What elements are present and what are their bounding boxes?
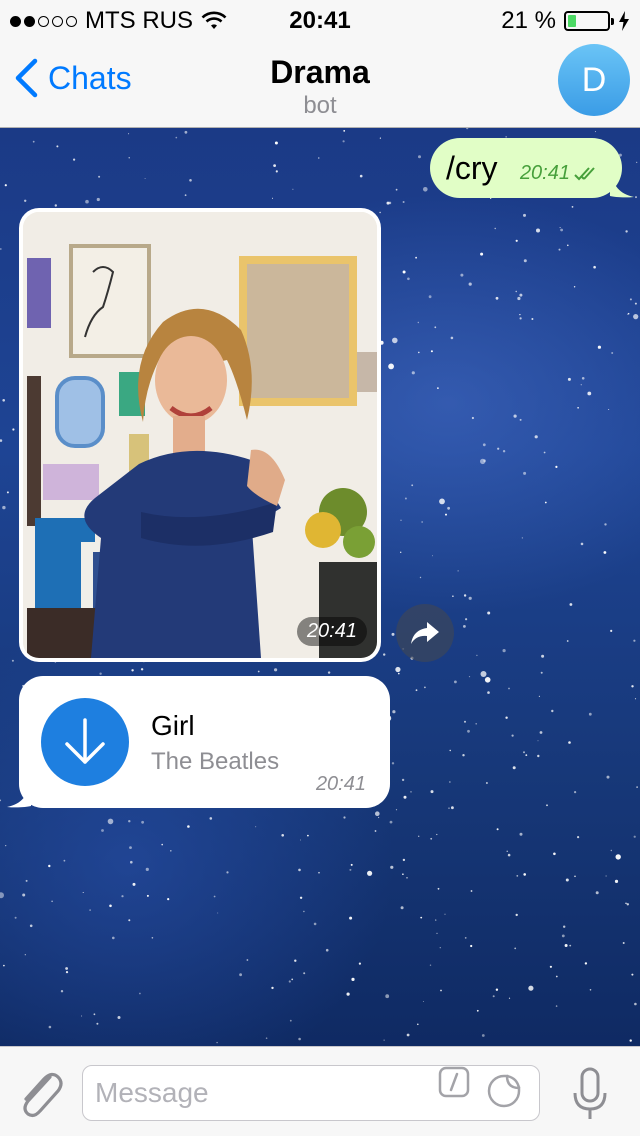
- photo[interactable]: 20:41: [23, 212, 377, 658]
- sticker-icon[interactable]: [487, 1074, 521, 1108]
- message-text: /cry: [446, 149, 498, 186]
- status-bar: MTS RUS 20:41 21 %: [0, 0, 640, 40]
- double-check-icon: [574, 166, 595, 180]
- download-arrow-icon: [65, 718, 105, 764]
- message-input[interactable]: [82, 1065, 540, 1121]
- battery-level: [568, 15, 576, 27]
- photo-time: 20:41: [296, 617, 367, 646]
- forward-button[interactable]: [396, 604, 454, 662]
- bot-commands-icon[interactable]: [438, 1066, 470, 1098]
- download-button[interactable]: [41, 698, 129, 786]
- audio-title: Girl: [151, 710, 195, 741]
- chat-screen: MTS RUS 20:41 21 % Chats Drama bot D /cr…: [0, 0, 640, 1136]
- microphone-icon[interactable]: [572, 1067, 608, 1121]
- battery-percent: 21 %: [501, 7, 556, 34]
- chat-subtitle: bot: [303, 92, 337, 119]
- avatar[interactable]: D: [558, 44, 630, 116]
- bubble-tail: [7, 778, 31, 808]
- input-bar: [0, 1046, 640, 1136]
- bubble-tail: [610, 168, 634, 198]
- chat-title[interactable]: Drama: [0, 54, 640, 91]
- outgoing-message[interactable]: /cry 20:41: [430, 138, 634, 198]
- charging-icon: [619, 11, 629, 31]
- photo-image: [23, 212, 377, 658]
- audio-time: 20:41: [315, 773, 366, 795]
- audio-message[interactable]: Girl The Beatles 20:41: [7, 676, 390, 808]
- nav-bar: Chats Drama bot D: [0, 40, 640, 128]
- message-time: 20:41: [519, 162, 570, 184]
- paperclip-icon[interactable]: [16, 1067, 64, 1119]
- share-arrow-icon: [411, 622, 439, 644]
- photo-message[interactable]: 20:41: [19, 208, 381, 662]
- audio-performer: The Beatles: [151, 748, 280, 775]
- battery-icon: [564, 11, 614, 31]
